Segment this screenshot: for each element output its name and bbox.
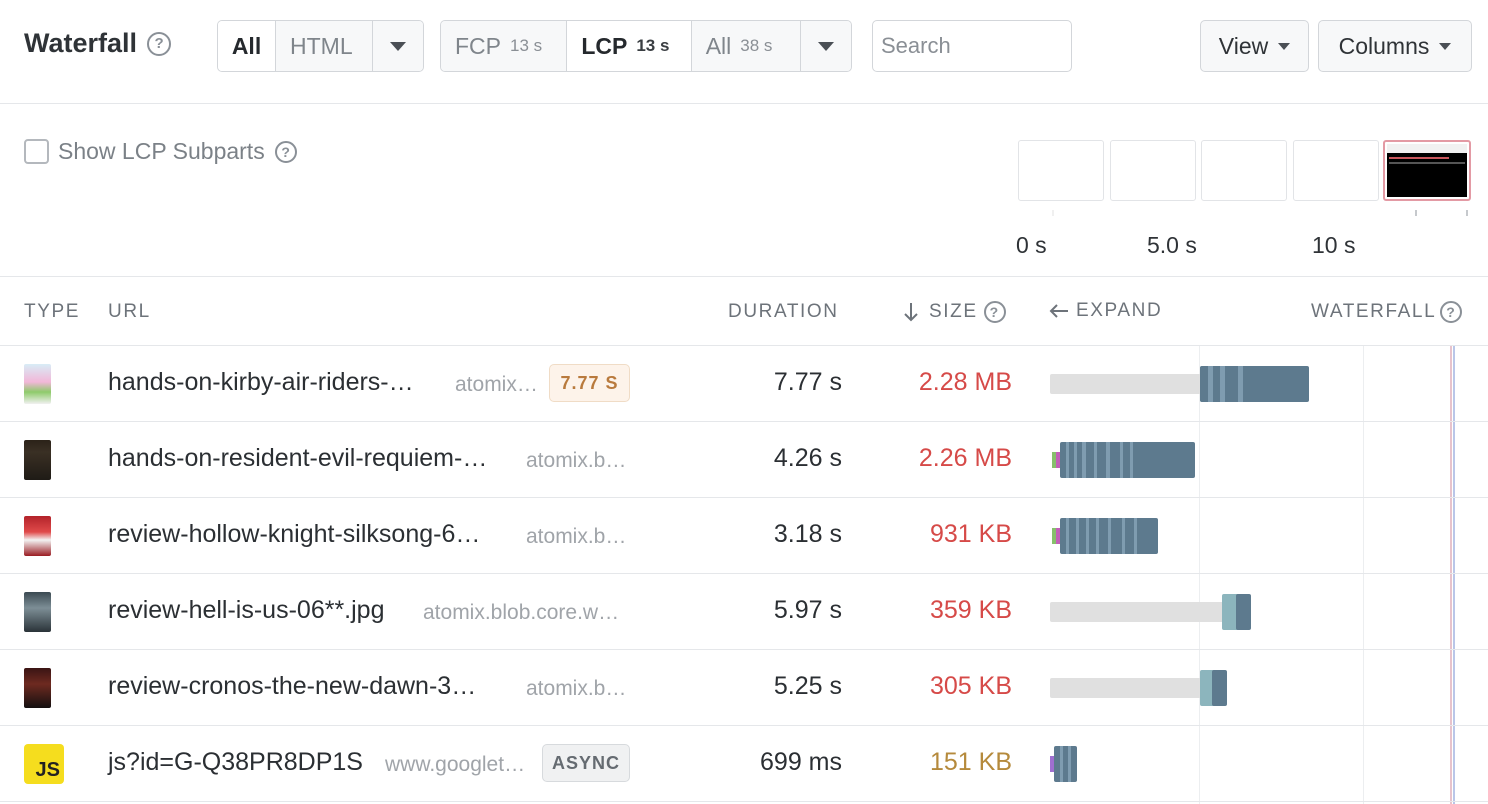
request-host: atomix.b… [526, 525, 627, 548]
arrow-left-icon [1049, 304, 1068, 318]
timeline-tick [1415, 210, 1417, 216]
waterfall-bar[interactable] [1050, 746, 1080, 782]
table-row[interactable]: review-hell-is-us-06**.jpg atomix.blob.c… [0, 574, 1488, 650]
chevron-down-icon [818, 41, 835, 51]
milestone-filter: FCP 13 s LCP 13 s All 38 s [440, 20, 852, 72]
request-size: 2.28 MB [918, 368, 1012, 396]
waterfall-bar[interactable] [1050, 442, 1196, 478]
column-header-type[interactable]: TYPE [24, 301, 80, 323]
image-thumbnail [24, 668, 51, 708]
chevron-down-icon [1439, 42, 1452, 50]
timeline-label: 0 s [1016, 232, 1047, 258]
async-badge: ASYNC [542, 744, 630, 782]
request-host: atomix… [455, 373, 538, 396]
waterfall-bar[interactable] [1050, 366, 1310, 402]
table-row[interactable]: review-cronos-the-new-dawn-3… atomix.b… … [0, 650, 1488, 726]
request-duration: 4.26 s [773, 444, 842, 472]
lcp-subparts-checkbox[interactable] [24, 139, 49, 164]
column-header-waterfall: WATERFALL ? [1311, 301, 1463, 323]
request-size: 2.26 MB [918, 444, 1012, 472]
waterfall-bar[interactable] [1050, 518, 1160, 554]
table-header: TYPE URL DURATION SIZE ? EXPAND WATERFAL… [0, 276, 1488, 346]
request-size: 931 KB [929, 520, 1012, 548]
request-host: atomix.b… [526, 677, 627, 700]
milestone-more-dropdown[interactable] [801, 21, 851, 71]
filmstrip-frame[interactable] [1018, 140, 1104, 201]
page-title: Waterfall ? [24, 28, 172, 59]
chevron-down-icon [389, 41, 406, 51]
request-host: atomix.blob.core.w… [423, 601, 620, 624]
request-size: 151 KB [929, 748, 1012, 776]
lcp-subparts-toggle[interactable]: Show LCP Subparts ? [24, 138, 297, 165]
request-url[interactable]: review-cronos-the-new-dawn-3… [108, 672, 476, 701]
table-row[interactable]: hands-on-kirby-air-riders-… atomix… 7.77… [0, 346, 1488, 422]
filter-html-button[interactable]: HTML [276, 21, 373, 71]
help-icon[interactable]: ? [983, 301, 1006, 323]
request-url[interactable]: hands-on-resident-evil-requiem-… [108, 444, 487, 473]
view-dropdown[interactable]: View [1200, 20, 1309, 72]
request-host: atomix.b… [526, 449, 627, 472]
table-row[interactable]: review-hollow-knight-silksong-6… atomix.… [0, 498, 1488, 574]
help-icon[interactable]: ? [147, 31, 172, 56]
waterfall-toolbar: Waterfall ? All HTML FCP 13 s LCP 13 s All… [0, 0, 1488, 104]
request-size: 359 KB [929, 596, 1012, 624]
expand-waterfall-button[interactable]: EXPAND [1048, 300, 1162, 322]
page-screenshot [1387, 144, 1467, 197]
filmstrip-frame[interactable] [1201, 140, 1287, 201]
help-icon[interactable]: ? [1440, 301, 1463, 323]
column-header-size[interactable]: SIZE ? [903, 301, 1006, 323]
request-duration: 5.25 s [773, 672, 842, 700]
request-url[interactable]: hands-on-kirby-air-riders-… [108, 368, 414, 397]
request-host: www.googlet… [385, 753, 526, 776]
filter-all-button[interactable]: All [218, 21, 276, 71]
request-size: 305 KB [929, 672, 1012, 700]
timeline-label: 10 s [1312, 232, 1356, 258]
lcp-time-badge: 7.77 S [549, 364, 630, 402]
table-row[interactable]: JS js?id=G-Q38PR8DP1S www.googlet… ASYNC… [0, 726, 1488, 802]
image-thumbnail [24, 440, 51, 480]
request-url[interactable]: review-hell-is-us-06**.jpg [108, 596, 385, 625]
timeline-label: 5.0 s [1147, 232, 1197, 258]
milestone-fcp-button[interactable]: FCP 13 s [441, 21, 568, 71]
filmstrip-frame[interactable] [1293, 140, 1379, 201]
request-duration: 5.97 s [773, 596, 842, 624]
filter-more-dropdown[interactable] [372, 21, 423, 71]
timeline-tick [1052, 210, 1054, 216]
milestone-lcp-button[interactable]: LCP 13 s [567, 21, 692, 71]
chevron-down-icon [1278, 42, 1291, 50]
milestone-all-button[interactable]: All 38 s [691, 21, 802, 71]
request-url[interactable]: js?id=G-Q38PR8DP1S [108, 748, 363, 777]
request-duration: 7.77 s [773, 368, 842, 396]
table-row[interactable]: hands-on-resident-evil-requiem-… atomix.… [0, 422, 1488, 498]
sort-down-arrow-icon [904, 303, 918, 322]
filmstrip-frame[interactable] [1110, 140, 1196, 201]
request-duration: 3.18 s [773, 520, 842, 548]
waterfall-bar[interactable] [1050, 670, 1228, 706]
request-url[interactable]: review-hollow-knight-silksong-6… [108, 520, 480, 549]
column-header-url[interactable]: URL [108, 301, 151, 323]
image-thumbnail [24, 516, 51, 556]
column-header-duration[interactable]: DURATION [728, 301, 839, 323]
resource-type-filter: All HTML [217, 20, 424, 72]
image-thumbnail [24, 364, 51, 404]
waterfall-bar[interactable] [1050, 594, 1252, 630]
search-input[interactable] [872, 20, 1072, 72]
image-thumbnail [24, 592, 51, 632]
filmstrip-frame-lcp[interactable] [1383, 140, 1471, 201]
help-icon[interactable]: ? [274, 140, 297, 163]
timeline-tick [1466, 210, 1468, 216]
columns-dropdown[interactable]: Columns [1318, 20, 1472, 72]
javascript-icon: JS [24, 744, 64, 784]
request-duration: 699 ms [760, 748, 842, 776]
